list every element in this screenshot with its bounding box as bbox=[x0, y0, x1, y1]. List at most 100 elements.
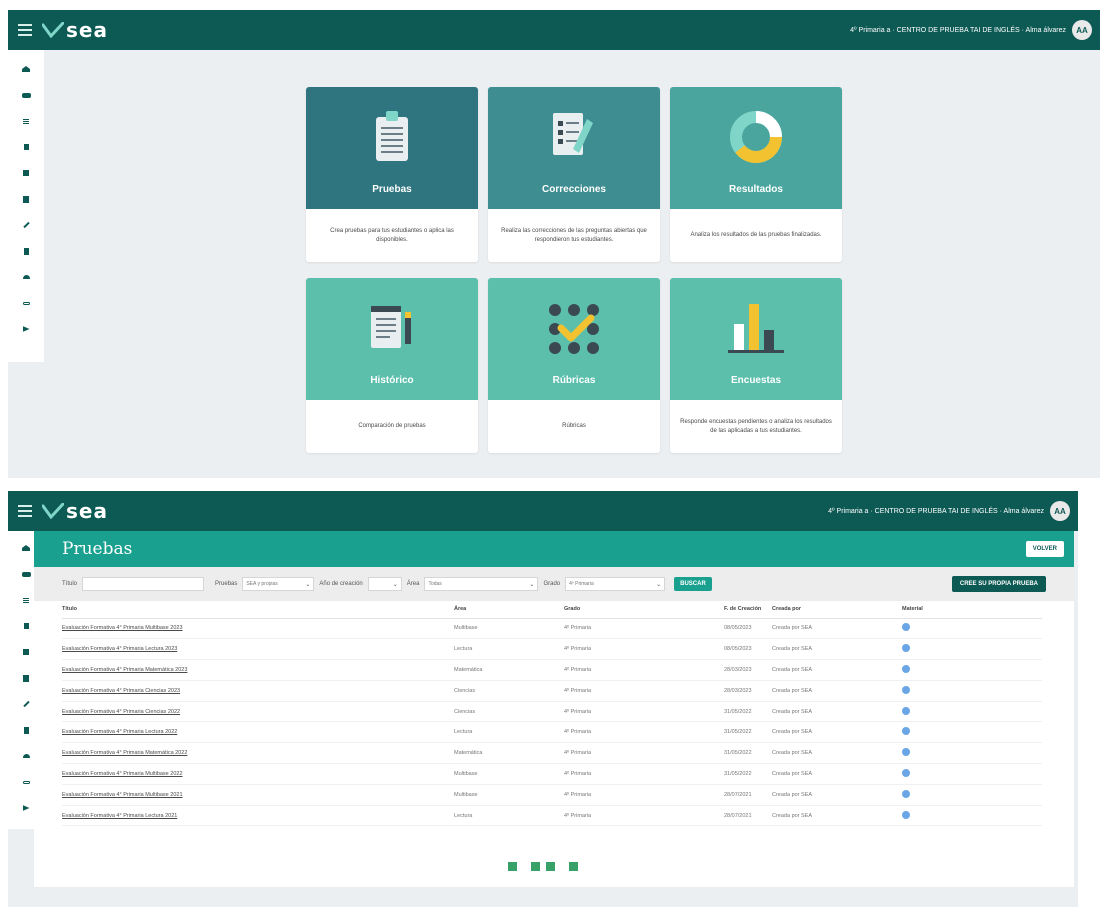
row-area: Ciencias bbox=[454, 680, 564, 702]
page-button[interactable] bbox=[508, 862, 517, 871]
card-title: Correcciones bbox=[542, 184, 606, 195]
col-titulo[interactable]: Título bbox=[62, 601, 454, 619]
material-icon[interactable] bbox=[902, 810, 910, 819]
card-description: Crea pruebas para tus estudiantes o apli… bbox=[330, 227, 454, 243]
row-material bbox=[902, 742, 1042, 765]
material-icon[interactable] bbox=[902, 685, 910, 694]
avatar[interactable]: AA bbox=[1050, 501, 1070, 521]
card-historico[interactable]: Histórico Comparación de pruebas bbox=[306, 278, 478, 453]
logo-mark-icon bbox=[42, 503, 64, 519]
layers-icon[interactable] bbox=[8, 160, 44, 186]
user-info[interactable]: 4º Primaria a · CENTRO DE PRUEBA TAI DE … bbox=[828, 508, 1044, 515]
row-fecha: 08/05/2023 bbox=[724, 638, 772, 661]
send-icon[interactable] bbox=[8, 316, 44, 342]
row-title-link[interactable]: Evaluación Formativa 4° Primaria Lectura… bbox=[62, 721, 454, 744]
page-button[interactable] bbox=[531, 862, 540, 871]
document-icon[interactable] bbox=[8, 186, 44, 212]
home-icon[interactable] bbox=[8, 56, 44, 82]
row-title-link[interactable]: Evaluación Formativa 4° Primaria Matemát… bbox=[62, 742, 454, 765]
page-button[interactable] bbox=[546, 862, 555, 871]
row-area: Multibase bbox=[454, 618, 564, 640]
card-historico-header: Histórico bbox=[306, 278, 478, 400]
row-creada-por: Creada por SEA bbox=[772, 618, 902, 640]
row-fecha: 31/05/2022 bbox=[724, 721, 772, 744]
headset-icon[interactable] bbox=[8, 264, 44, 290]
pruebas-screenshot: sea 4º Primaria a · CENTRO DE PRUEBA TAI… bbox=[8, 491, 1078, 907]
row-grado: 4º Primaria bbox=[564, 638, 724, 661]
chevron-down-icon: ⌄ bbox=[392, 581, 398, 588]
sea-logo[interactable]: sea bbox=[42, 499, 108, 523]
page-title: Pruebas bbox=[62, 539, 133, 559]
grado-select-value: 4º Primaria bbox=[569, 581, 594, 587]
material-icon[interactable] bbox=[902, 748, 910, 757]
chevron-down-icon: ⌄ bbox=[656, 581, 662, 588]
row-creada-por: Creada por SEA bbox=[772, 721, 902, 744]
card-description: Realiza las correcciones de las pregunta… bbox=[501, 227, 647, 243]
card-encuestas[interactable]: Encuestas Responde encuestas pendientes … bbox=[670, 278, 842, 453]
car-icon[interactable] bbox=[8, 82, 44, 108]
book-icon[interactable] bbox=[8, 134, 44, 160]
user-info[interactable]: 4º Primaria a · CENTRO DE PRUEBA TAI DE … bbox=[850, 27, 1066, 34]
card-description: Analiza los resultados de las pruebas fi… bbox=[690, 232, 822, 238]
col-grado[interactable]: Grado bbox=[564, 601, 724, 619]
material-icon[interactable] bbox=[902, 664, 910, 673]
area-label: Área bbox=[406, 581, 420, 587]
row-fecha: 31/05/2022 bbox=[724, 742, 772, 765]
material-icon[interactable] bbox=[902, 623, 910, 632]
material-icon[interactable] bbox=[902, 706, 910, 715]
menu-icon[interactable] bbox=[18, 505, 32, 517]
page-header: Pruebas VOLVER bbox=[34, 531, 1074, 567]
col-area[interactable]: Área bbox=[454, 601, 564, 619]
pencil-icon[interactable] bbox=[8, 212, 44, 238]
area-select[interactable]: Todas ⌄ bbox=[424, 577, 539, 591]
page-button[interactable] bbox=[569, 862, 578, 871]
card-pruebas[interactable]: Pruebas Crea pruebas para tus estudiante… bbox=[306, 87, 478, 262]
material-icon[interactable] bbox=[902, 768, 910, 777]
card-correcciones-header: Correcciones bbox=[488, 87, 660, 209]
row-grado: 4º Primaria bbox=[564, 618, 724, 640]
area-select-value: Todas bbox=[428, 581, 442, 587]
row-fecha: 31/05/2022 bbox=[724, 763, 772, 785]
anio-select[interactable]: ⌄ bbox=[367, 577, 402, 591]
logo-mark-icon bbox=[42, 22, 64, 38]
col-creada-por[interactable]: Creada por bbox=[772, 601, 902, 619]
row-title-link[interactable]: Evaluación Formativa 4° Primaria Lectura… bbox=[62, 805, 454, 827]
row-grado: 4º Primaria bbox=[564, 659, 724, 681]
col-fecha[interactable]: F. de Creación bbox=[724, 601, 772, 619]
card-resultados[interactable]: Resultados Analiza los resultados de las… bbox=[670, 87, 842, 262]
material-icon[interactable] bbox=[902, 727, 910, 736]
clipboard-icon[interactable] bbox=[8, 238, 44, 264]
chevron-down-icon: ⌄ bbox=[305, 581, 311, 588]
row-title-link[interactable]: Evaluación Formativa 4° Primaria Ciencia… bbox=[62, 680, 454, 702]
link-icon[interactable] bbox=[8, 290, 44, 316]
row-title-link[interactable]: Evaluación Formativa 4° Primaria Ciencia… bbox=[62, 701, 454, 723]
row-title-link[interactable]: Evaluación Formativa 4° Primaria Lectura… bbox=[62, 638, 454, 661]
row-title-link[interactable]: Evaluación Formativa 4° Primaria Matemát… bbox=[62, 659, 454, 681]
table-row: Evaluación Formativa 4° Primaria Lectura… bbox=[62, 638, 1042, 661]
volver-button[interactable]: VOLVER bbox=[1025, 541, 1064, 557]
card-correcciones[interactable]: Correcciones Realiza las correcciones de… bbox=[488, 87, 660, 262]
menu-icon[interactable] bbox=[18, 24, 32, 36]
material-icon[interactable] bbox=[902, 789, 910, 798]
row-fecha: 28/07/2021 bbox=[724, 805, 772, 827]
pruebas-label: Pruebas bbox=[215, 581, 238, 587]
sea-logo[interactable]: sea bbox=[42, 18, 108, 42]
crear-prueba-button[interactable]: CREE SU PROPIA PRUEBA bbox=[951, 576, 1046, 592]
row-material bbox=[902, 680, 1042, 702]
titulo-input[interactable] bbox=[82, 577, 205, 591]
avatar[interactable]: AA bbox=[1072, 20, 1092, 40]
row-material bbox=[902, 638, 1042, 661]
list-icon[interactable] bbox=[8, 108, 44, 134]
row-area: Multibase bbox=[454, 763, 564, 785]
buscar-button[interactable]: BUSCAR bbox=[674, 577, 712, 591]
row-title-link[interactable]: Evaluación Formativa 4° Primaria Multiba… bbox=[62, 618, 454, 640]
row-title-link[interactable]: Evaluación Formativa 4° Primaria Multiba… bbox=[62, 784, 454, 806]
row-grado: 4º Primaria bbox=[564, 742, 724, 765]
table-row: Evaluación Formativa 4° Primaria Matemát… bbox=[62, 742, 1042, 765]
top-navbar: sea 4º Primaria a · CENTRO DE PRUEBA TAI… bbox=[8, 491, 1078, 531]
card-rubricas[interactable]: Rúbricas Rúbricas bbox=[488, 278, 660, 453]
pruebas-select[interactable]: SEA y propias ⌄ bbox=[242, 577, 315, 591]
material-icon[interactable] bbox=[902, 644, 910, 653]
grado-select[interactable]: 4º Primaria ⌄ bbox=[565, 577, 666, 591]
row-title-link[interactable]: Evaluación Formativa 4° Primaria Multiba… bbox=[62, 763, 454, 785]
